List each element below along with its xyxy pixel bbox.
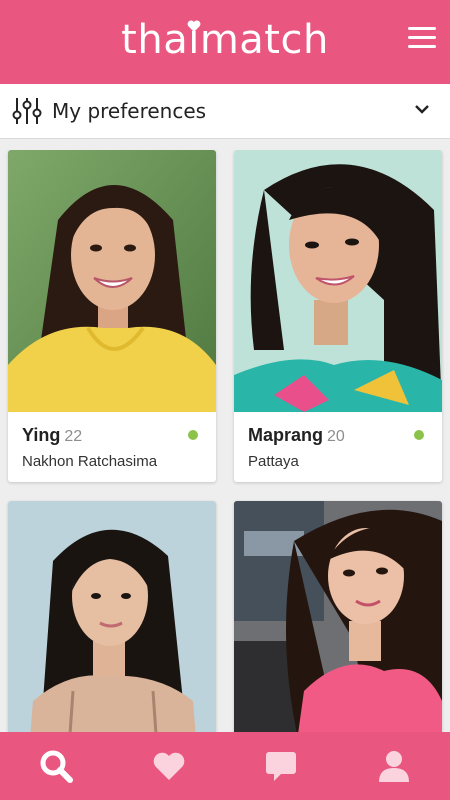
name-row: Maprang 20	[248, 425, 345, 446]
logo-heart-icon	[187, 20, 201, 32]
name-row: Ying 22	[22, 425, 82, 446]
sliders-icon	[12, 98, 42, 124]
profile-photo	[234, 150, 442, 412]
profile-age: 20	[327, 428, 345, 445]
profile-card[interactable]: Maprang 20 Pattaya	[234, 150, 442, 482]
profile-grid: Ying 22 Nakhon Ratchasima Maprang 20 Pat…	[0, 150, 450, 732]
profile-photo	[234, 501, 442, 732]
profile-name: Ying	[22, 425, 61, 445]
heart-icon[interactable]	[152, 749, 186, 783]
profile-photo	[8, 150, 216, 412]
profile-card[interactable]	[8, 501, 216, 732]
profile-info: Ying 22 Nakhon Ratchasima	[8, 412, 216, 482]
profile-age: 22	[64, 428, 83, 445]
profile-city: Pattaya	[248, 453, 299, 470]
user-icon[interactable]	[377, 749, 411, 783]
profile-card[interactable]	[234, 501, 442, 732]
chevron-down-icon[interactable]	[414, 103, 430, 115]
brand-logo[interactable]: thaimatch	[0, 14, 450, 66]
profile-photo	[8, 501, 216, 732]
preferences-bar[interactable]: My preferences	[0, 84, 450, 139]
chat-icon[interactable]	[264, 749, 298, 783]
bottom-nav	[0, 732, 450, 800]
profile-city: Nakhon Ratchasima	[22, 453, 158, 470]
hamburger-icon[interactable]	[408, 27, 436, 49]
profile-info: Maprang 20 Pattaya	[234, 412, 442, 482]
brand-name: thaimatch	[121, 17, 329, 63]
online-status-dot	[188, 430, 198, 440]
profile-card[interactable]: Ying 22 Nakhon Ratchasima	[8, 150, 216, 482]
search-icon[interactable]	[39, 749, 73, 783]
preferences-label: My preferences	[52, 99, 207, 123]
profile-name: Maprang	[248, 425, 324, 445]
online-status-dot	[414, 430, 424, 440]
app-header: thaimatch	[0, 0, 450, 84]
